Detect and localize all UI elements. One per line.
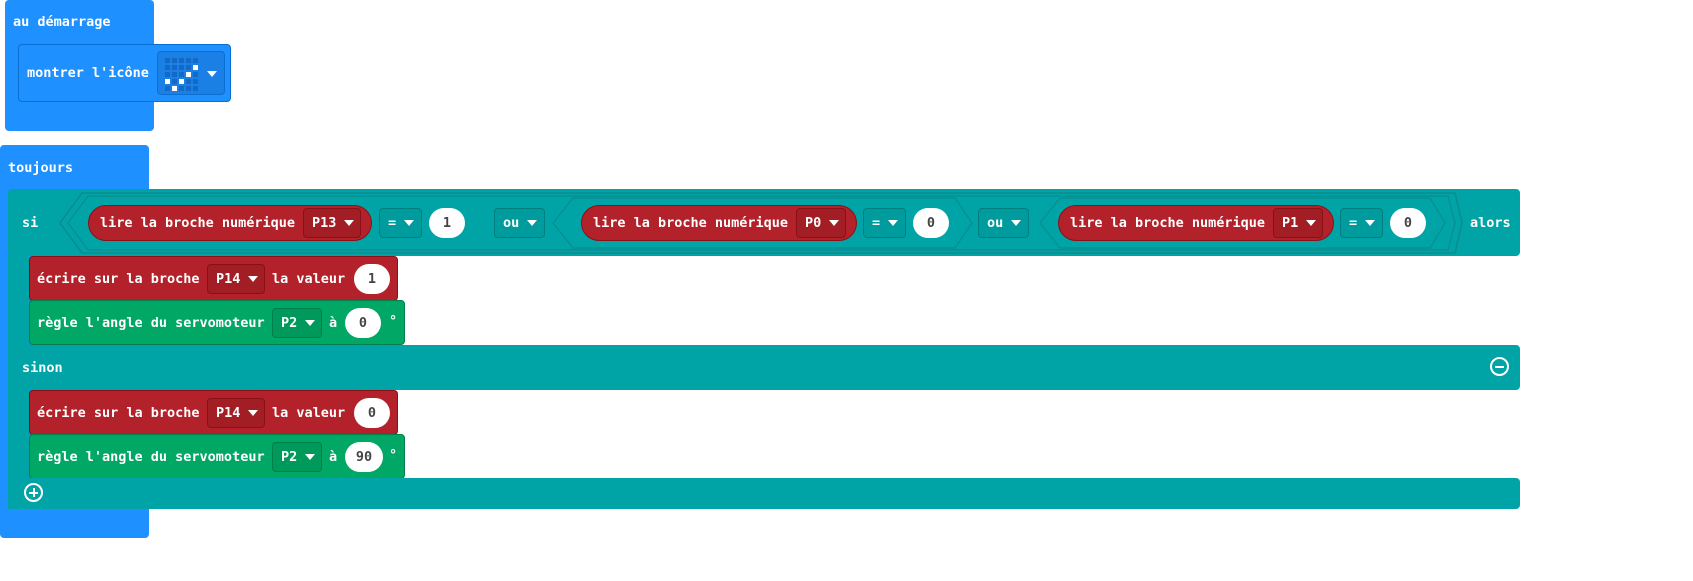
operator-value: = [1349, 215, 1358, 231]
remove-else-icon[interactable] [1490, 357, 1509, 376]
servo-angle-block[interactable]: règle l'angle du servomoteur P2 à 90 ° [29, 434, 405, 479]
at-label: à [329, 315, 338, 331]
read-digital-pin-label: lire la broche numérique [100, 215, 296, 231]
else-label: sinon [22, 360, 63, 376]
chevron-down-icon [1011, 220, 1022, 226]
chevron-down-icon [248, 410, 259, 416]
chevron-down-icon [344, 220, 355, 226]
chevron-down-icon [1306, 220, 1317, 226]
servo-angle-block[interactable]: règle l'angle du servomoteur P2 à 0 ° [29, 300, 405, 345]
digital-write-label: écrire sur la broche [37, 271, 200, 287]
pin-value: P2 [281, 315, 298, 331]
digital-write-label: écrire sur la broche [37, 405, 200, 421]
digital-write-block[interactable]: écrire sur la broche P14 la valeur 0 [29, 390, 398, 435]
servo-angle-label: règle l'angle du servomoteur [37, 449, 265, 465]
value-label: la valeur [272, 271, 346, 287]
chevron-down-icon [527, 220, 538, 226]
chevron-down-icon [888, 220, 899, 226]
read-digital-pin-label: lire la broche numérique [593, 215, 789, 231]
pin-value: P14 [216, 405, 241, 421]
servo-angle-label: règle l'angle du servomoteur [37, 315, 265, 331]
value-label: la valeur [272, 405, 346, 421]
operator-value: = [388, 215, 397, 231]
pin-dropdown[interactable]: P1 [1273, 208, 1323, 238]
pin-value: P0 [805, 215, 822, 231]
degree-unit: ° [389, 313, 398, 329]
value-input[interactable]: 1 [354, 264, 390, 294]
else-row[interactable]: sinon [8, 345, 1520, 390]
pin-dropdown[interactable]: P2 [272, 308, 322, 338]
angle-input[interactable]: 0 [345, 308, 381, 338]
at-label: à [329, 449, 338, 465]
pin-dropdown[interactable]: P13 [303, 208, 361, 238]
angle-input[interactable]: 90 [345, 442, 383, 472]
compare-operator-dropdown[interactable]: = [863, 208, 906, 238]
pin-value: P14 [216, 271, 241, 287]
value-input[interactable]: 1 [429, 208, 465, 238]
chevron-down-icon [829, 220, 840, 226]
if-block-footer [8, 478, 1520, 509]
compare-operator-dropdown[interactable]: = [379, 208, 422, 238]
chevron-down-icon [404, 220, 415, 226]
chevron-down-icon [248, 276, 259, 282]
value-input[interactable]: 0 [1390, 208, 1426, 238]
pin-value: P1 [1282, 215, 1299, 231]
chevron-down-icon [305, 320, 316, 326]
digital-write-block[interactable]: écrire sur la broche P14 la valeur 1 [29, 256, 398, 301]
or-label: ou [503, 215, 520, 231]
value-input[interactable]: 0 [354, 398, 390, 428]
or-label: ou [987, 215, 1004, 231]
add-else-if-icon[interactable] [24, 483, 43, 502]
value-input[interactable]: 0 [913, 208, 949, 238]
pin-dropdown[interactable]: P14 [207, 264, 265, 294]
chevron-down-icon [305, 454, 316, 460]
degree-unit: ° [389, 447, 398, 463]
compare-operator-dropdown[interactable]: = [1340, 208, 1383, 238]
or-operator-dropdown[interactable]: ou [494, 208, 545, 238]
pin-value: P13 [312, 215, 337, 231]
pin-dropdown[interactable]: P2 [272, 442, 322, 472]
chevron-down-icon [1365, 220, 1376, 226]
pin-value: P2 [281, 449, 298, 465]
or-operator-dropdown[interactable]: ou [978, 208, 1029, 238]
read-digital-pin-label: lire la broche numérique [1070, 215, 1266, 231]
pin-dropdown[interactable]: P0 [796, 208, 846, 238]
pin-dropdown[interactable]: P14 [207, 398, 265, 428]
operator-value: = [872, 215, 881, 231]
